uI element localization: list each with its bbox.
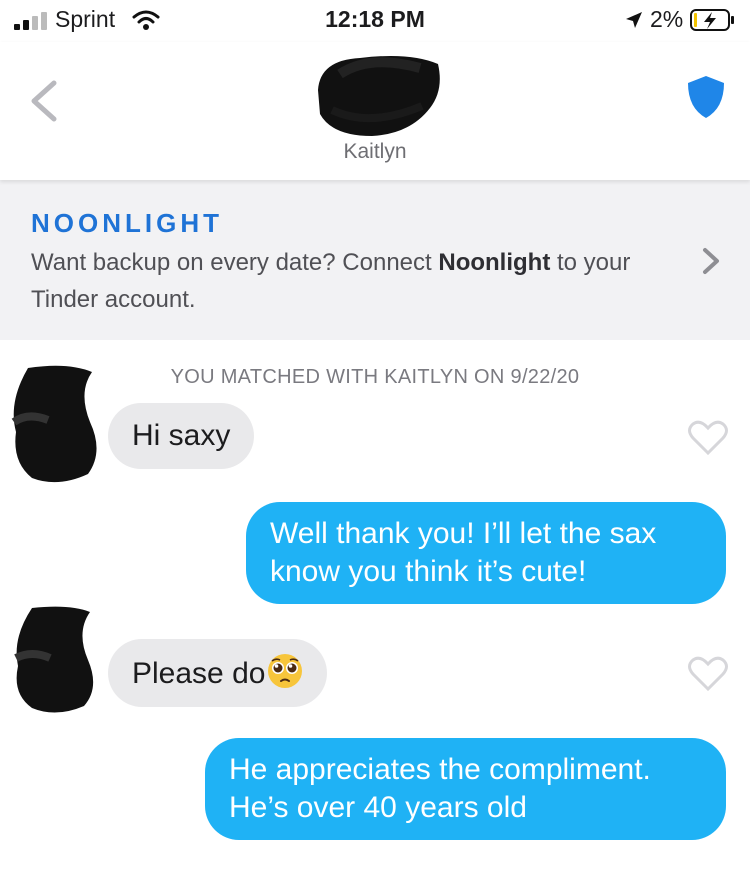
banner-text-bold: Noonlight — [438, 249, 551, 276]
back-chevron-icon[interactable] — [28, 80, 60, 122]
banner-text-lead: Want backup on every date? Connect — [31, 249, 439, 276]
message-bubble-incoming[interactable]: Please do — [108, 639, 328, 707]
status-bar: Sprint 12:18 PM 2% — [0, 0, 750, 42]
message-bubble-incoming[interactable]: Hi saxy — [108, 403, 255, 469]
battery-percentage: 2% — [650, 6, 684, 32]
match-name[interactable]: Kaitlyn — [0, 140, 750, 164]
message-text: Hi saxy — [132, 419, 231, 452]
matched-date-label: YOU MATCHED WITH KAITLYN ON 9/22/20 — [170, 366, 580, 388]
match-avatar[interactable] — [310, 50, 444, 138]
safety-shield-icon[interactable] — [686, 74, 726, 120]
heart-icon[interactable] — [688, 420, 728, 456]
location-arrow-icon — [626, 12, 642, 28]
chevron-right-icon[interactable] — [700, 246, 722, 276]
banner-text: Want backup on every date? Connect Noonl… — [31, 244, 671, 318]
message-bubble-outgoing[interactable]: He appreciates the compliment. He’s over… — [205, 738, 726, 840]
battery-charging-icon — [690, 9, 734, 31]
message-text: Well thank you! I’ll let the sax know yo… — [270, 517, 657, 588]
pleading-face-icon — [268, 654, 303, 688]
sender-avatar[interactable] — [8, 362, 104, 486]
message-text: He appreciates the compliment. He’s over… — [229, 753, 651, 824]
noonlight-logo: NOONLIGHT — [31, 208, 223, 238]
message-bubble-outgoing[interactable]: Well thank you! I’ll let the sax know yo… — [246, 502, 726, 604]
heart-icon[interactable] — [688, 656, 728, 692]
chat-header: Kaitlyn — [0, 42, 750, 180]
message-text: Please do — [132, 657, 266, 690]
sender-avatar[interactable] — [10, 604, 100, 716]
noonlight-banner[interactable]: NOONLIGHT Want backup on every date? Con… — [0, 180, 750, 340]
